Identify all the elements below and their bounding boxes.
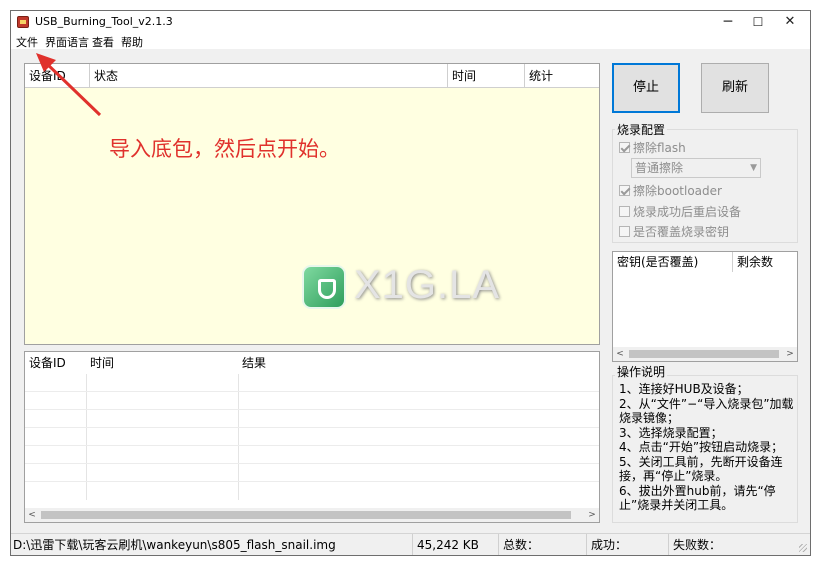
erase-flash-checkbox[interactable]: 擦除flash xyxy=(619,139,686,156)
watermark: X1G.LA xyxy=(298,263,518,323)
result-hscrollbar[interactable]: < > xyxy=(25,508,599,522)
watermark-text: X1G.LA xyxy=(354,263,501,307)
erase-mode-select[interactable]: 普通擦除 ▼ xyxy=(631,158,761,178)
table-row xyxy=(25,409,599,410)
key-hscrollbar[interactable]: < > xyxy=(613,347,797,361)
table-row xyxy=(25,481,599,482)
device-table[interactable]: 设备ID 状态 时间 统计 导入底包，然后点开始。 X1G.LA xyxy=(24,63,600,345)
col-time[interactable]: 时间 xyxy=(448,64,525,88)
status-bar: D:\迅雷下载\玩客云刷机\wankeyun\s805_flash_snail.… xyxy=(11,533,810,555)
status-size: 45,242 KB xyxy=(413,534,499,555)
chevron-right-icon[interactable]: > xyxy=(783,347,797,361)
result-table-header: 设备ID 时间 结果 xyxy=(25,352,599,374)
shield-logo-icon xyxy=(302,265,346,309)
col-device-id[interactable]: 设备ID xyxy=(25,64,90,88)
resize-grip-icon[interactable] xyxy=(799,544,807,552)
status-success: 成功： xyxy=(587,534,669,555)
menu-language[interactable]: 界面语言 xyxy=(45,34,89,50)
result-table[interactable]: 设备ID 时间 结果 < > xyxy=(24,351,600,523)
erase-mode-value: 普通擦除 xyxy=(635,161,684,175)
table-row xyxy=(25,463,599,464)
col-status[interactable]: 状态 xyxy=(90,64,448,88)
chevron-right-icon[interactable]: > xyxy=(585,508,599,522)
stop-button[interactable]: 停止 xyxy=(612,63,680,113)
title-bar: USB_Burning_Tool_v2.1.3 ─ ☐ ✕ xyxy=(11,11,810,33)
device-table-body[interactable]: 导入底包，然后点开始。 X1G.LA xyxy=(25,88,599,344)
table-row xyxy=(25,391,599,392)
maximize-icon[interactable]: ☐ xyxy=(743,11,773,33)
menu-view[interactable]: 查看 xyxy=(92,34,114,50)
col-key[interactable]: 密钥(是否覆盖) xyxy=(613,252,733,272)
burn-config-title: 烧录配置 xyxy=(615,121,668,138)
status-fail: 失败数： xyxy=(673,538,722,552)
erase-bootloader-label: 擦除bootloader xyxy=(633,184,722,198)
result-table-body[interactable] xyxy=(25,374,599,500)
app-icon xyxy=(17,16,29,28)
minimize-icon[interactable]: ─ xyxy=(713,11,743,33)
overwrite-key-label: 是否覆盖烧录密钥 xyxy=(633,225,730,239)
col-result-time[interactable]: 时间 xyxy=(86,352,238,374)
instructions-title: 操作说明 xyxy=(615,363,668,380)
refresh-button[interactable]: 刷新 xyxy=(701,63,769,113)
table-row xyxy=(25,445,599,446)
erase-bootloader-checkbox[interactable]: 擦除bootloader xyxy=(619,182,722,199)
status-path: D:\迅雷下载\玩客云刷机\wankeyun\s805_flash_snail.… xyxy=(11,534,413,555)
menu-help[interactable]: 帮助 xyxy=(121,34,143,50)
key-table-header: 密钥(是否覆盖) 剩余数 xyxy=(613,252,797,272)
close-icon[interactable]: ✕ xyxy=(775,11,805,33)
menu-file[interactable]: 文件 xyxy=(16,34,38,50)
scroll-thumb[interactable] xyxy=(41,511,571,519)
col-result[interactable]: 结果 xyxy=(238,352,599,374)
menu-bar: 文件 界面语言 查看 帮助 xyxy=(11,33,810,49)
reboot-after-checkbox[interactable]: 烧录成功后重启设备 xyxy=(619,203,741,220)
status-total: 总数： xyxy=(499,534,587,555)
col-stats[interactable]: 统计 xyxy=(525,64,599,88)
table-row xyxy=(25,427,599,428)
reboot-after-label: 烧录成功后重启设备 xyxy=(633,205,742,219)
import-hint-annotation: 导入底包，然后点开始。 xyxy=(109,137,340,161)
app-window: USB_Burning_Tool_v2.1.3 ─ ☐ ✕ 文件 界面语言 查看… xyxy=(10,10,811,556)
erase-flash-label: 擦除flash xyxy=(633,141,686,155)
instructions-text: 1、连接好HUB及设备； 2、从“文件”−“导入烧录包”加载烧录镜像； 3、选择… xyxy=(619,382,794,512)
col-result-device-id[interactable]: 设备ID xyxy=(25,352,86,374)
chevron-left-icon[interactable]: < xyxy=(25,508,39,522)
overwrite-key-checkbox[interactable]: 是否覆盖烧录密钥 xyxy=(619,223,729,240)
col-remaining[interactable]: 剩余数 xyxy=(733,252,797,272)
chevron-down-icon: ▼ xyxy=(750,163,757,173)
window-title: USB_Burning_Tool_v2.1.3 xyxy=(35,15,173,28)
scroll-thumb[interactable] xyxy=(629,350,779,358)
key-table[interactable]: 密钥(是否覆盖) 剩余数 < > xyxy=(612,251,798,362)
chevron-left-icon[interactable]: < xyxy=(613,347,627,361)
device-table-header: 设备ID 状态 时间 统计 xyxy=(25,64,599,88)
